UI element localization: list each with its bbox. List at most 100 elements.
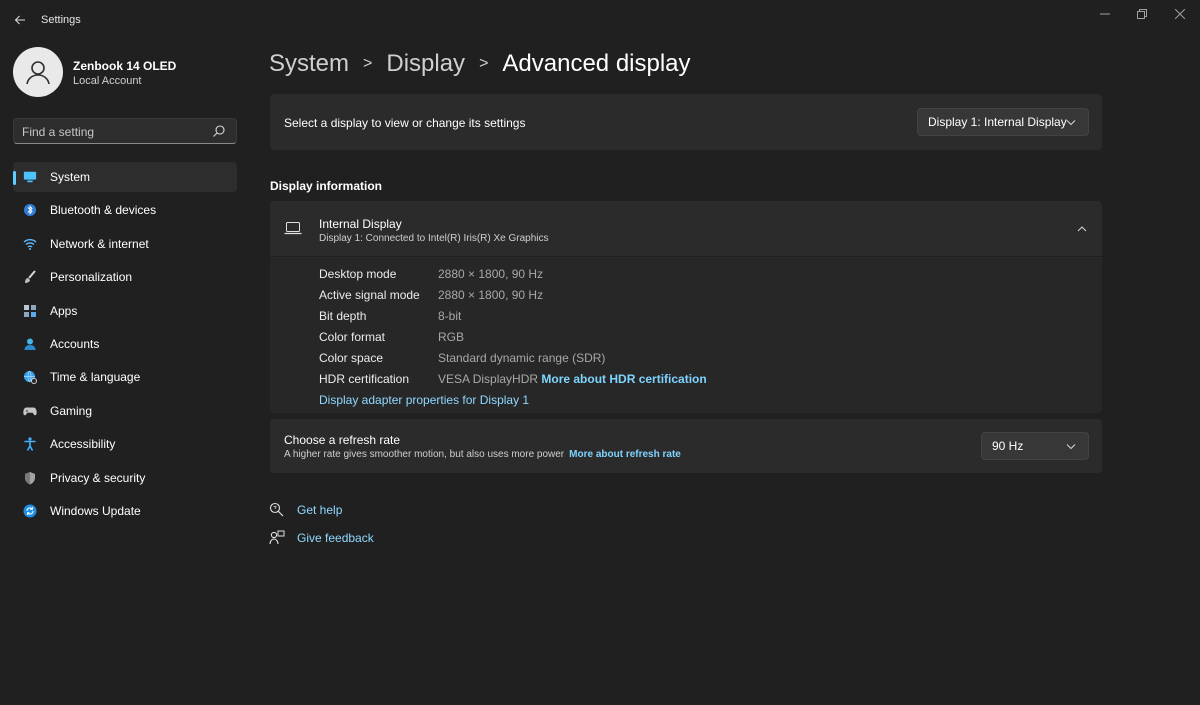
gamepad-icon bbox=[23, 404, 37, 418]
title-bar: Settings bbox=[0, 0, 1200, 40]
minimize-icon bbox=[1100, 13, 1110, 15]
brush-icon bbox=[23, 270, 37, 284]
sidebar-item-time-language[interactable]: Time & language bbox=[13, 362, 237, 392]
sidebar-item-label: Accounts bbox=[50, 336, 100, 351]
give-feedback-label: Give feedback bbox=[297, 531, 374, 545]
sidebar-item-label: Bluetooth & devices bbox=[50, 203, 157, 218]
restore-button[interactable] bbox=[1122, 4, 1162, 24]
give-feedback-link[interactable]: Give feedback bbox=[269, 528, 374, 548]
hdr-cert-link[interactable]: More about HDR certification bbox=[541, 372, 706, 386]
sidebar-item-accessibility[interactable]: Accessibility bbox=[13, 429, 237, 459]
refresh-rate-dropdown[interactable]: 90 Hz bbox=[981, 432, 1089, 460]
refresh-rate-subtitle: A higher rate gives smoother motion, but… bbox=[284, 449, 565, 460]
sidebar-item-personalization[interactable]: Personalization bbox=[13, 262, 237, 292]
sidebar-item-label: Apps bbox=[50, 303, 78, 318]
monitor-icon bbox=[23, 170, 37, 184]
laptop-icon bbox=[284, 222, 302, 235]
info-key: Active signal mode bbox=[319, 288, 420, 302]
app-title: Settings bbox=[41, 14, 81, 26]
breadcrumb-display[interactable]: Display bbox=[386, 50, 465, 78]
feedback-icon bbox=[269, 530, 285, 545]
get-help-label: Get help bbox=[297, 503, 343, 517]
info-value: VESA DisplayHDR More about HDR certifica… bbox=[438, 372, 707, 386]
sidebar-item-apps[interactable]: Apps bbox=[13, 296, 237, 326]
display-info-body: Desktop mode 2880 × 1800, 90 Hz Active s… bbox=[270, 258, 1102, 413]
breadcrumb-system[interactable]: System bbox=[269, 50, 349, 78]
display-name: Internal Display bbox=[319, 217, 402, 231]
refresh-rate-card: Choose a refresh rate A higher rate give… bbox=[270, 419, 1102, 473]
chevron-right-icon: > bbox=[479, 55, 489, 72]
display-info-header[interactable]: Internal Display Display 1: Connected to… bbox=[270, 201, 1102, 257]
info-value: Standard dynamic range (SDR) bbox=[438, 351, 606, 365]
accessibility-icon bbox=[23, 437, 37, 452]
sidebar-item-system[interactable]: System bbox=[13, 162, 237, 192]
user-profile[interactable]: Zenbook 14 OLED Local Account bbox=[13, 47, 233, 99]
sidebar-item-label: Network & internet bbox=[50, 236, 149, 251]
globe-clock-icon bbox=[23, 370, 37, 385]
apps-icon bbox=[23, 304, 37, 318]
sidebar-item-windows-update[interactable]: Windows Update bbox=[13, 496, 237, 526]
search-box[interactable] bbox=[13, 118, 237, 144]
minimize-button[interactable] bbox=[1085, 4, 1125, 24]
sidebar-item-accounts[interactable]: Accounts bbox=[13, 329, 237, 359]
sidebar-item-label: Accessibility bbox=[50, 437, 116, 452]
adapter-properties-link[interactable]: Display adapter properties for Display 1 bbox=[319, 393, 529, 407]
search-icon[interactable] bbox=[212, 124, 226, 138]
refresh-rate-value: 90 Hz bbox=[992, 439, 1024, 453]
chevron-right-icon: > bbox=[363, 55, 373, 72]
search-input[interactable] bbox=[22, 124, 202, 139]
sidebar-item-label: Personalization bbox=[50, 270, 133, 285]
breadcrumb: System > Display > Advanced display bbox=[269, 47, 691, 81]
sidebar-item-bluetooth[interactable]: Bluetooth & devices bbox=[13, 195, 237, 225]
sidebar-item-privacy[interactable]: Privacy & security bbox=[13, 463, 237, 493]
close-icon bbox=[1175, 9, 1185, 19]
shield-icon bbox=[23, 471, 37, 485]
update-icon bbox=[23, 504, 37, 518]
info-key: Bit depth bbox=[319, 309, 367, 323]
back-button[interactable] bbox=[8, 8, 32, 32]
sidebar-item-label: Privacy & security bbox=[50, 470, 146, 485]
account-type: Local Account bbox=[73, 75, 142, 87]
refresh-rate-title: Choose a refresh rate bbox=[284, 433, 401, 447]
person-icon bbox=[26, 61, 50, 85]
sidebar-item-label: Time & language bbox=[50, 370, 141, 385]
display-select-dropdown[interactable]: Display 1: Internal Display bbox=[917, 108, 1089, 136]
sidebar-item-label: Windows Update bbox=[50, 503, 141, 518]
refresh-rate-link[interactable]: More about refresh rate bbox=[569, 449, 681, 460]
restore-icon bbox=[1137, 9, 1147, 19]
display-select-label: Select a display to view or change its s… bbox=[284, 116, 526, 130]
sidebar-nav: System Bluetooth & devices Network & int… bbox=[13, 162, 237, 529]
hdr-cert-value: VESA DisplayHDR bbox=[438, 372, 539, 386]
display-info-card: Internal Display Display 1: Connected to… bbox=[270, 201, 1102, 413]
sidebar-item-label: System bbox=[50, 170, 91, 184]
info-key: Desktop mode bbox=[319, 267, 397, 281]
info-key: Color format bbox=[319, 330, 386, 344]
bluetooth-icon bbox=[23, 203, 37, 217]
person-icon bbox=[23, 337, 37, 351]
info-value: 8-bit bbox=[438, 309, 462, 323]
back-arrow-icon bbox=[14, 15, 25, 25]
section-title: Display information bbox=[270, 179, 383, 193]
info-key: Color space bbox=[319, 351, 384, 365]
chevron-down-icon bbox=[1066, 120, 1076, 126]
profile-name: Zenbook 14 OLED bbox=[73, 59, 177, 73]
page-title: Advanced display bbox=[502, 50, 691, 77]
info-key: HDR certification bbox=[319, 372, 410, 386]
sidebar-item-label: Gaming bbox=[50, 403, 93, 418]
close-button[interactable] bbox=[1160, 4, 1200, 24]
display-select-card: Select a display to view or change its s… bbox=[270, 94, 1102, 150]
chevron-down-icon bbox=[1066, 444, 1076, 450]
info-value: 2880 × 1800, 90 Hz bbox=[438, 288, 544, 302]
sidebar-item-network[interactable]: Network & internet bbox=[13, 229, 237, 259]
refresh-rate-description: A higher rate gives smoother motion, but… bbox=[284, 449, 681, 460]
wifi-icon bbox=[23, 237, 37, 251]
info-value: 2880 × 1800, 90 Hz bbox=[438, 267, 544, 281]
sidebar-item-gaming[interactable]: Gaming bbox=[13, 396, 237, 426]
chevron-up-icon[interactable] bbox=[1076, 223, 1088, 235]
avatar bbox=[13, 47, 63, 97]
display-select-value: Display 1: Internal Display bbox=[928, 115, 1067, 129]
get-help-link[interactable]: Get help bbox=[269, 500, 342, 520]
display-connection: Display 1: Connected to Intel(R) Iris(R)… bbox=[319, 233, 549, 244]
info-value: RGB bbox=[438, 330, 465, 344]
help-icon bbox=[269, 502, 284, 517]
